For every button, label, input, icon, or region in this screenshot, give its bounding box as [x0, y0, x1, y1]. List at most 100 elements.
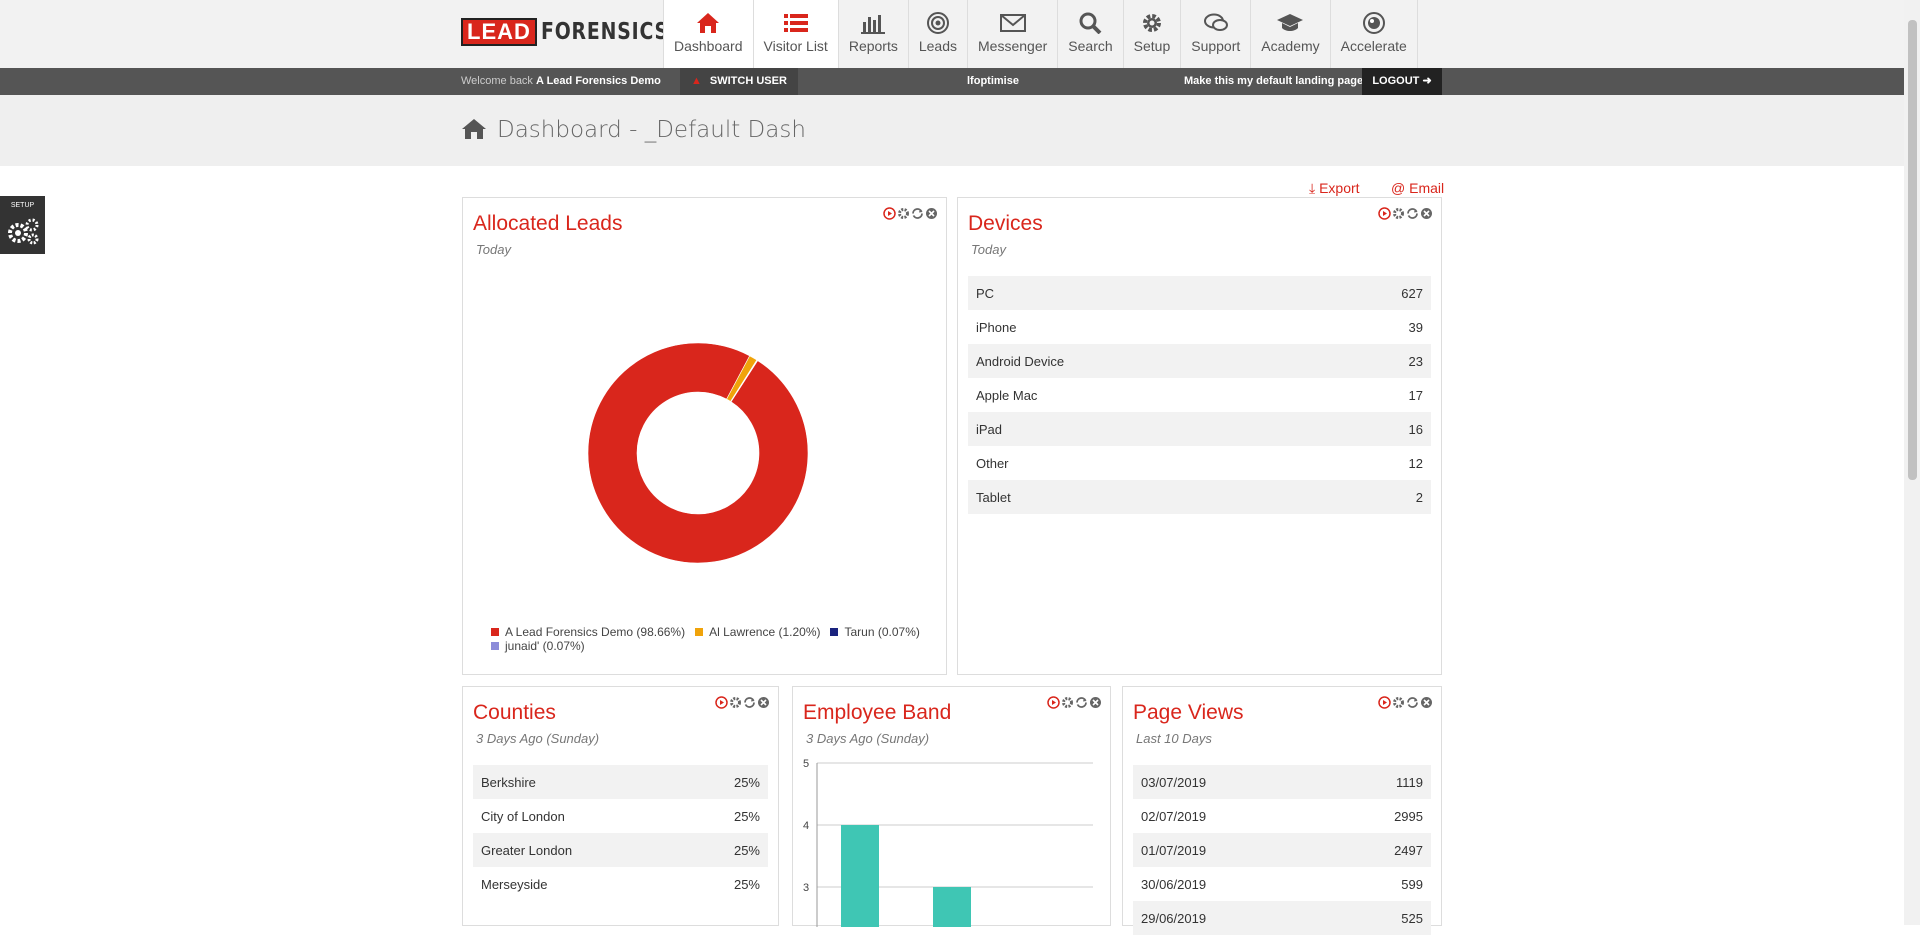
employee-band-panel: Employee Band 3 Days Ago (Sunday) 5 4 3 — [792, 686, 1111, 927]
export-link[interactable]: ⤓ Export — [1309, 180, 1360, 197]
user-bar: Welcome back A Lead Forensics Demo ▲ SWIT… — [0, 68, 1904, 95]
nav-dashboard[interactable]: Dashboard — [663, 0, 753, 68]
play-icon[interactable] — [715, 696, 728, 709]
nav-label: Setup — [1133, 38, 1171, 54]
list-icon — [783, 12, 808, 34]
logout-label: LOGOUT — [1372, 75, 1420, 87]
play-icon[interactable] — [1047, 696, 1060, 709]
nav-accelerate[interactable]: Accelerate — [1329, 0, 1418, 68]
nav-leads[interactable]: Leads — [907, 0, 967, 68]
panel-title: Page Views — [1133, 701, 1244, 724]
bar[interactable] — [841, 825, 879, 927]
settings-icon[interactable] — [1392, 207, 1405, 220]
home-icon — [696, 12, 720, 34]
nav-label: Messenger — [978, 38, 1048, 54]
row-label: iPhone — [976, 319, 1017, 335]
nav-visitor-list[interactable]: Visitor List — [752, 0, 838, 68]
row-label: Other — [976, 455, 1009, 471]
y-tick-label: 5 — [803, 758, 809, 770]
panel-subtitle: 3 Days Ago (Sunday) — [806, 731, 930, 746]
settings-icon[interactable] — [1061, 696, 1074, 709]
panel-subtitle: Last 10 Days — [1136, 731, 1212, 746]
refresh-icon[interactable] — [1406, 696, 1419, 709]
refresh-icon[interactable] — [1075, 696, 1088, 709]
chat-icon — [1203, 12, 1229, 34]
envelope-icon — [999, 12, 1026, 34]
bar[interactable] — [933, 887, 971, 927]
close-icon[interactable] — [1420, 207, 1433, 220]
nav-academy[interactable]: Academy — [1250, 0, 1329, 68]
close-icon[interactable] — [1420, 696, 1433, 709]
top-navigation: LEAD FORENSICS Dashboard Visitor List Repo… — [0, 0, 1904, 69]
play-icon[interactable] — [1378, 696, 1391, 709]
search-icon — [1078, 12, 1102, 34]
panel-controls — [883, 207, 938, 220]
refresh-icon[interactable] — [1406, 207, 1419, 220]
gear-icon — [1140, 12, 1164, 34]
settings-icon[interactable] — [897, 207, 910, 220]
accelerate-icon — [1362, 12, 1386, 34]
play-icon[interactable] — [1378, 207, 1391, 220]
row-label: Android Device — [976, 353, 1065, 369]
table-row: 29/06/2019 525 — [1133, 901, 1431, 935]
settings-icon[interactable] — [729, 696, 742, 709]
row-label: iPad — [976, 421, 1003, 437]
nav-setup[interactable]: Setup — [1122, 0, 1181, 68]
switch-user-label: SWITCH USER — [709, 75, 787, 87]
default-landing-link[interactable]: Make this my default landing page — [1184, 68, 1363, 95]
close-icon[interactable] — [757, 696, 770, 709]
panel-controls — [1378, 207, 1433, 220]
refresh-icon[interactable] — [743, 696, 756, 709]
setup-tab-label: SETUP — [10, 202, 35, 209]
logout-button[interactable]: LOGOUT ➜ — [1362, 68, 1442, 95]
nav-label: Academy — [1261, 38, 1320, 54]
optimise-link[interactable]: lfoptimise — [967, 68, 1019, 95]
legend-item[interactable]: Tarun (0.07%) — [830, 625, 920, 639]
close-icon[interactable] — [925, 207, 938, 220]
play-icon[interactable] — [883, 207, 896, 220]
welcome-message: Welcome back A Lead Forensics Demo — [461, 68, 661, 95]
target-icon — [926, 12, 950, 34]
legend-swatch — [830, 628, 839, 636]
arrow-right-icon: ➜ — [1422, 75, 1432, 87]
table-row: City of London 25% — [473, 799, 768, 833]
settings-icon[interactable] — [1392, 696, 1405, 709]
close-icon[interactable] — [1089, 696, 1102, 709]
legend-item[interactable]: junaid' (0.07%) — [491, 639, 585, 653]
devices-panel: Devices Today PC 627 iPhone 39 Android Devic… — [957, 197, 1442, 675]
donut-slice[interactable] — [587, 342, 809, 564]
legend-item[interactable]: Al Lawrence (1.20%) — [695, 625, 820, 639]
legend-swatch — [491, 642, 499, 650]
row-value: 25% — [733, 808, 760, 824]
row-label: 30/06/2019 — [1141, 876, 1207, 892]
row-value: 25% — [733, 842, 760, 858]
table-row: PC 627 — [968, 276, 1431, 310]
nav-label: Support — [1191, 38, 1241, 54]
page-scrollbar[interactable] — [1904, 0, 1920, 925]
employee-band-chart: 5 4 3 — [803, 758, 1093, 927]
legend-swatch — [491, 628, 499, 636]
legend-item[interactable]: A Lead Forensics Demo (98.66%) — [491, 625, 685, 639]
nav-reports[interactable]: Reports — [837, 0, 908, 68]
nav-search[interactable]: Search — [1057, 0, 1122, 68]
table-row: Berkshire 25% — [473, 765, 768, 799]
table-row: iPad 16 — [968, 412, 1431, 446]
logo-forensics-text: FORENSICS — [540, 19, 669, 45]
nav-support[interactable]: Support — [1180, 0, 1250, 68]
home-icon — [461, 117, 487, 146]
table-row: Greater London 25% — [473, 833, 768, 867]
export-label: Export — [1319, 180, 1360, 196]
nav-messenger[interactable]: Messenger — [967, 0, 1057, 68]
row-value: 627 — [1401, 285, 1423, 301]
logo-lead-text: LEAD — [461, 18, 537, 46]
scrollbar-thumb[interactable] — [1908, 20, 1917, 480]
table-row: Merseyside 25% — [473, 867, 768, 901]
panel-controls — [1047, 696, 1102, 709]
page-views-table: 03/07/2019 1119 02/07/2019 2995 01/07/2019 24… — [1133, 765, 1431, 935]
refresh-icon[interactable] — [911, 207, 924, 220]
setup-side-tab[interactable]: SETUP — [0, 196, 45, 254]
email-link[interactable]: @ Email — [1391, 180, 1444, 196]
page-header: Dashboard - _Default Dash — [0, 95, 1904, 166]
switch-user-button[interactable]: ▲ SWITCH USER — [680, 68, 798, 95]
lead-forensics-logo[interactable]: LEAD FORENSICS — [461, 18, 697, 46]
